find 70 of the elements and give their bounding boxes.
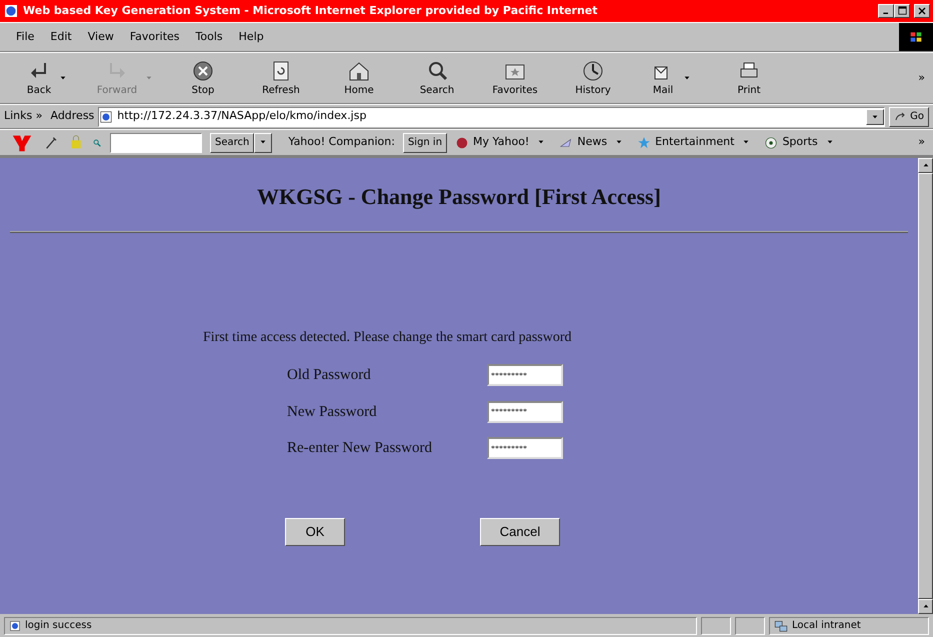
scroll-down-button[interactable] — [918, 599, 933, 614]
menu-item[interactable]: View — [80, 26, 122, 48]
toolbar-button[interactable]: Home — [320, 56, 398, 100]
window-title: Web based Key Generation System - Microsoft Internet Explorer provided by Pacific Internet — [23, 2, 599, 19]
instruction-text: First time access detected. Please change the smart card password — [203, 329, 573, 347]
status-text: login success — [25, 619, 92, 633]
page-icon — [9, 620, 21, 632]
zone-text: Local intranet — [792, 619, 861, 633]
more-chevron[interactable]: » — [918, 70, 933, 86]
browser-page-icon — [3, 3, 19, 19]
dropdown-arrow-button[interactable] — [866, 108, 884, 124]
more-chevron[interactable]: » — [918, 134, 925, 151]
toolbar-button[interactable]: Print — [710, 56, 788, 100]
toolbar-button[interactable]: Favorites — [476, 56, 554, 100]
menu-item[interactable]: Edit — [42, 26, 80, 48]
computer-icon — [774, 618, 788, 632]
clock-icon — [580, 58, 605, 82]
arrow-icon — [894, 110, 906, 122]
url-text: http://172.24.3.37/NASApp/elo/kmo/index.jsp — [117, 108, 366, 124]
field-label: Re-enter New Password — [287, 439, 433, 458]
address-field[interactable]: http://172.24.3.37/NASApp/elo/kmo/index.jsp — [98, 106, 886, 126]
stop-icon — [191, 58, 215, 82]
toolbar-button[interactable]: Mail — [632, 56, 710, 100]
password-field[interactable]: ********* — [487, 400, 563, 423]
page-icon — [99, 110, 114, 124]
toolbar-link[interactable]: Entertainment — [637, 134, 734, 151]
dialog-button[interactable]: OK — [285, 518, 345, 546]
sign-in-button[interactable]: Sign in — [402, 132, 448, 152]
toolbar-button[interactable]: Back — [8, 56, 86, 100]
maximize-button[interactable] — [894, 4, 910, 18]
password-field[interactable]: ********* — [487, 364, 563, 386]
search-button[interactable]: Search — [210, 132, 254, 152]
password-field[interactable]: ********* — [487, 437, 563, 460]
toolbar-link[interactable]: My Yahoo! — [455, 134, 530, 151]
dialog-button[interactable]: Cancel — [480, 518, 560, 546]
scroll-up-button[interactable] — [918, 158, 933, 173]
address-label: Address — [50, 108, 94, 124]
caret-icon — [59, 74, 68, 82]
go-button[interactable]: Go — [889, 106, 929, 126]
dropdown-arrow-button[interactable] — [254, 132, 272, 152]
page-heading: WKGSG - Change Password [First Access] — [256, 183, 662, 211]
scrollbar[interactable] — [918, 158, 933, 614]
close-icon — [918, 6, 926, 15]
toolbar-button[interactable]: Search — [398, 56, 476, 100]
toolbar-button[interactable]: Stop — [164, 56, 242, 100]
toolbar-link[interactable]: News — [559, 134, 608, 151]
field-label: New Password — [287, 402, 378, 422]
toolbar-button[interactable]: History — [554, 56, 632, 100]
caret-icon — [145, 74, 154, 82]
status-pane — [701, 616, 731, 634]
caret-icon — [871, 112, 880, 121]
caret-icon — [683, 74, 691, 82]
close-button[interactable] — [914, 4, 930, 18]
maximize-icon — [898, 6, 906, 16]
menu-item[interactable]: File — [8, 26, 42, 48]
companion-label: Yahoo! Companion: — [288, 134, 395, 150]
star-icon — [637, 136, 652, 150]
minimize-button[interactable] — [878, 4, 894, 18]
ball-icon — [764, 136, 778, 150]
menu-item[interactable]: Tools — [188, 26, 231, 48]
links-button[interactable]: Links » — [4, 108, 46, 125]
menu-item[interactable]: Help — [230, 26, 272, 48]
scroll-up-arrow-icon — [922, 161, 930, 170]
toolbar-button[interactable]: Refresh — [242, 56, 320, 100]
field-label: Old Password — [287, 366, 372, 385]
toolbar-link[interactable]: Sports — [764, 134, 818, 151]
circle-icon — [455, 136, 470, 150]
search-field[interactable] — [110, 132, 202, 152]
status-pane — [735, 616, 765, 634]
menu-item[interactable]: Favorites — [122, 26, 188, 48]
